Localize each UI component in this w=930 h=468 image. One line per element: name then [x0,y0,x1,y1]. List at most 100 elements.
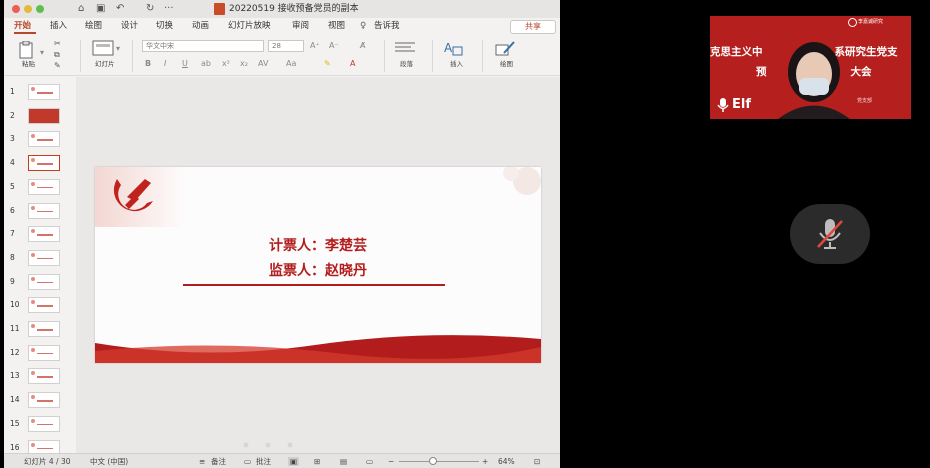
slide-thumbnail[interactable] [28,107,60,124]
slide-thumbnail[interactable] [28,321,60,337]
zoom-slider-track[interactable] [399,461,479,462]
slide-thumbnail[interactable] [28,297,60,314]
current-slide[interactable]: 计票人：李楚芸 监票人：赵晓丹 [95,167,541,363]
paste-label: 粘贴 [22,60,35,68]
home-icon[interactable]: ⌂ [78,3,84,15]
insert-shapes-icon[interactable]: A [443,39,465,57]
fit-to-window-icon[interactable]: ⊡ [534,457,540,466]
slide-thumbnail-row[interactable]: 15 [4,413,72,433]
slide-thumbnail-row[interactable]: 14 [4,389,72,409]
slide-number: 5 [10,181,15,191]
zoom-window-button[interactable] [36,5,44,13]
paste-icon[interactable] [17,41,37,59]
new-slide-icon[interactable] [92,40,114,56]
slide-sorter-icon[interactable]: ⊞ [314,457,320,466]
clear-format-icon[interactable]: A̸ [360,41,365,51]
slide-thumbnail[interactable] [28,84,60,100]
thumbnail-text-line [37,400,53,402]
tab-view[interactable]: 视图 [328,20,345,32]
slideshow-icon[interactable]: ▭ [366,457,373,466]
slide-thumbnail-row[interactable]: 4 [4,152,72,172]
increase-font-icon[interactable]: A⁺ [310,41,320,51]
slide-thumbnail-row[interactable]: 7 [4,223,72,243]
unmute-microphone-button[interactable] [790,204,870,264]
tab-animations[interactable]: 动画 [192,20,209,32]
slide-thumbnail-row[interactable]: 2 [4,105,72,125]
thumbnail-emblem-icon [31,229,35,234]
subscript-icon[interactable]: x₂ [240,59,248,69]
slide-thumbnail[interactable] [28,344,60,361]
slide-thumbnail[interactable] [28,226,60,243]
change-case-icon[interactable]: Aa [286,59,296,69]
tab-design[interactable]: 设计 [121,20,138,32]
slide-thumbnail-row[interactable]: 9 [4,271,72,291]
normal-view-icon[interactable]: ▣ [288,457,300,466]
slide-thumbnail-row[interactable]: 6 [4,200,72,220]
slide-thumbnail-row[interactable]: 13 [4,365,72,385]
superscript-icon[interactable]: x² [222,59,230,69]
minimize-window-button[interactable] [24,5,32,13]
tab-slideshow[interactable]: 幻灯片放映 [228,20,271,32]
slide-thumbnail-row[interactable]: 8 [4,247,72,267]
new-slide-dropdown-icon[interactable]: ▾ [116,44,120,54]
tab-home[interactable]: 开始 [14,20,31,32]
font-color-icon[interactable]: A [350,59,355,69]
slide-number: 3 [10,134,15,144]
slide-thumbnail[interactable] [28,202,60,219]
slide-thumbnail[interactable] [28,368,60,385]
zoom-out-button[interactable]: − [388,457,394,466]
paste-dropdown-icon[interactable]: ▾ [40,48,44,58]
language-indicator[interactable]: 中文 (中国) [90,457,128,466]
strikethrough-icon[interactable]: ab [201,59,211,69]
slide-thumbnail[interactable] [28,415,60,432]
share-button[interactable]: 共享 [510,20,556,34]
tab-transitions[interactable]: 切换 [156,20,173,32]
slide-thumbnail-row[interactable]: 11 [4,318,72,338]
drawing-icon[interactable] [494,39,518,57]
highlight-icon[interactable]: ✎ [324,59,331,69]
italic-icon[interactable]: I [164,59,166,69]
slide-thumbnail-row[interactable]: 12 [4,342,72,362]
zoom-slider-handle[interactable] [429,457,437,465]
notes-button[interactable]: 备注 [211,457,226,466]
format-painter-icon[interactable]: ✎ [54,61,61,71]
font-size-field[interactable]: 28 [268,40,304,52]
tab-review[interactable]: 审阅 [292,20,309,32]
more-commands-icon[interactable]: ··· [164,3,174,15]
cut-icon[interactable]: ✂ [54,39,61,49]
microphone-icon [717,98,729,112]
slide-thumbnail-row[interactable]: 5 [4,176,72,196]
participant-video-tile[interactable]: 克思主义中 系研究生党支 预大会 李嘉诚研究 Elf 党支部 [710,16,911,119]
zoom-level[interactable]: 64% [498,457,515,466]
font-name-field[interactable]: 华文中宋 [142,40,264,52]
slide-thumbnail[interactable] [28,178,60,195]
slide-number: 6 [10,205,15,215]
slide-thumbnail[interactable] [28,249,60,266]
tab-insert[interactable]: 插入 [50,20,67,32]
tab-draw[interactable]: 绘图 [85,20,102,32]
tell-me-search[interactable]: 告诉我 [374,20,400,32]
slide-thumbnail-row[interactable]: 10 [4,294,72,314]
slide-thumbnail-row[interactable]: 3 [4,128,72,148]
slide-thumbnail-row[interactable]: 1 [4,81,72,101]
comments-icon[interactable]: ▭ [244,457,251,466]
character-spacing-icon[interactable]: AV [258,59,268,69]
undo-icon[interactable]: ↶ [116,3,124,15]
slide-thumbnail[interactable] [28,155,60,172]
decrease-font-icon[interactable]: A⁻ [329,41,339,51]
slide-thumbnail[interactable] [28,392,60,409]
close-window-button[interactable] [12,5,20,13]
slide-thumbnail[interactable] [28,273,60,290]
copy-icon[interactable]: ⧉ [54,50,60,60]
save-icon[interactable]: ▣ [96,3,105,15]
redo-icon[interactable]: ↻ [146,3,154,15]
comments-button[interactable]: 批注 [256,457,271,466]
bold-icon[interactable]: B [145,59,151,69]
svg-text:A: A [444,41,453,55]
zoom-in-button[interactable]: + [482,457,488,466]
underline-icon[interactable]: U [182,59,188,69]
reading-view-icon[interactable]: ▤ [340,457,347,466]
notes-icon[interactable]: ≡ [199,457,205,466]
slide-thumbnail[interactable] [28,131,60,148]
paragraph-icon[interactable] [393,41,417,55]
